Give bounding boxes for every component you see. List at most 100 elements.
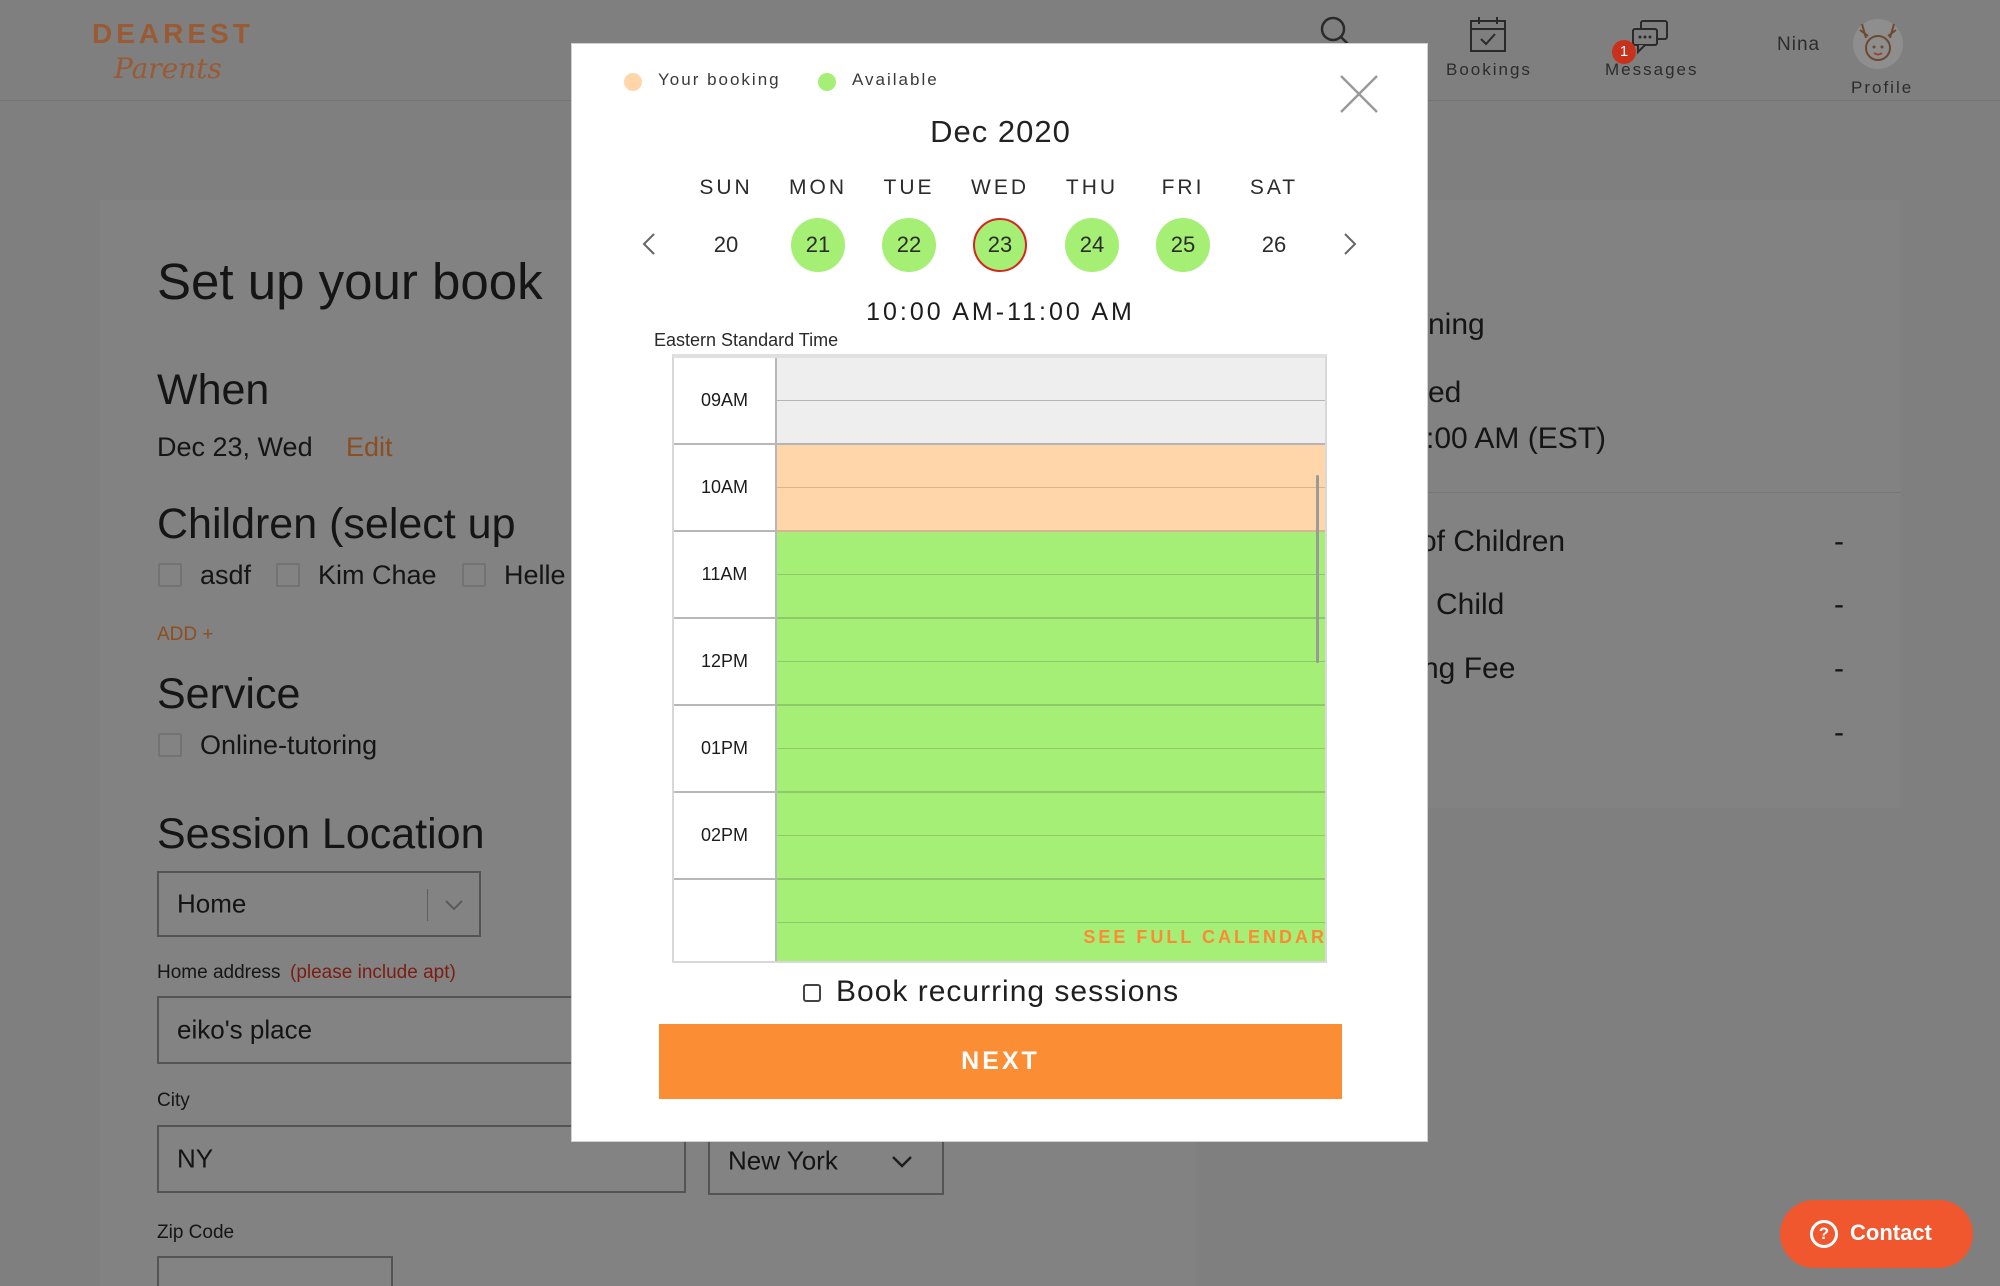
child-label-helle: Helle [504, 560, 566, 590]
time-slot-grid[interactable]: 09AM 10AM 11AM 12PM 01PM 02PM [672, 354, 1327, 963]
hour-row-01pm: 01PM [674, 706, 1325, 793]
chevron-right-icon[interactable] [1335, 224, 1365, 264]
calendar-icon[interactable] [1468, 14, 1508, 54]
home-address-note: (please include apt) [290, 962, 456, 983]
select-divider [427, 889, 428, 921]
day-21[interactable]: 21 [791, 218, 845, 272]
legend-booking-dot [624, 73, 642, 91]
recurring-sessions-checkbox[interactable] [803, 984, 821, 1002]
booking-summary-card [1420, 200, 1901, 808]
summary-status-label: ed [1428, 376, 1462, 409]
slot-available[interactable] [777, 793, 1325, 836]
grid-scrollbar[interactable] [1316, 475, 1319, 663]
hour-row-02pm: 02PM [674, 793, 1325, 880]
close-icon[interactable] [1338, 73, 1380, 115]
legend-available-label: Available [852, 70, 939, 89]
day-25[interactable]: 25 [1156, 218, 1210, 272]
child-label-kim-chae: Kim Chae [318, 560, 437, 590]
chevron-left-icon[interactable] [634, 224, 664, 264]
add-child-link[interactable]: ADD + [157, 624, 214, 646]
service-checkbox-online-tutoring[interactable] [158, 733, 182, 757]
home-address-value: eiko's place [177, 1014, 313, 1045]
nav-messages-label[interactable]: Messages [1605, 60, 1698, 80]
day-name-wed: WED [971, 176, 1029, 199]
when-value: Dec 23, Wed [157, 432, 313, 462]
timezone-label: Eastern Standard Time [654, 330, 839, 350]
home-address-label: Home address [157, 962, 281, 983]
avatar[interactable] [1852, 18, 1904, 70]
hour-row-12pm: 12PM [674, 619, 1325, 706]
chevron-down-icon [445, 900, 463, 911]
slot-available[interactable] [777, 880, 1325, 923]
child-checkbox-asdf[interactable] [158, 563, 182, 587]
nav-profile-label[interactable]: Profile [1851, 78, 1913, 98]
child-label-asdf: asdf [200, 560, 252, 590]
location-select-value: Home [177, 888, 247, 919]
location-select[interactable]: Home [157, 871, 481, 937]
zip-label: Zip Code [157, 1222, 235, 1243]
summary-row-fee-value: - [1834, 652, 1844, 685]
slot-your-booking[interactable] [777, 488, 1325, 532]
help-icon: ? [1810, 1220, 1838, 1248]
slot-available[interactable] [777, 575, 1325, 619]
next-button[interactable]: NEXT [659, 1024, 1342, 1099]
contact-label: Contact [1850, 1220, 1932, 1245]
booking-calendar-modal: Your booking Available Dec 2020 SUN MON … [571, 43, 1428, 1142]
slot-available[interactable] [777, 619, 1325, 662]
service-label-online-tutoring: Online-tutoring [200, 730, 378, 760]
day-23-selected[interactable]: 23 [973, 218, 1027, 272]
see-full-calendar-link[interactable]: SEE FULL CALENDAR [572, 927, 1327, 948]
day-24[interactable]: 24 [1065, 218, 1119, 272]
legend-available-dot [818, 73, 836, 91]
day-name-sun: SUN [699, 176, 753, 199]
summary-row-children-label: of Children [1420, 525, 1566, 558]
logo-wordmark[interactable]: DEAREST [92, 18, 254, 50]
child-checkbox-kim-chae[interactable] [276, 563, 300, 587]
logo-script[interactable]: Parents [114, 52, 222, 85]
children-heading: Children (select up [157, 500, 516, 548]
edit-date-link[interactable]: Edit [346, 432, 393, 463]
nav-bookings-label[interactable]: Bookings [1446, 60, 1532, 80]
hour-row-11am: 11AM [674, 532, 1325, 619]
slot-available[interactable] [777, 706, 1325, 749]
recurring-sessions-label[interactable]: Book recurring sessions [836, 975, 1179, 1009]
slot-available[interactable] [777, 532, 1325, 575]
child-checkbox-helle[interactable] [462, 563, 486, 587]
day-name-mon: MON [789, 176, 847, 199]
service-heading: Service [157, 670, 301, 718]
slot-your-booking[interactable] [777, 445, 1325, 488]
zip-input[interactable] [157, 1256, 393, 1286]
page-title: Set up your book [157, 253, 543, 310]
home-address-input[interactable]: eiko's place [157, 996, 587, 1064]
hour-label: 11AM [674, 532, 777, 619]
summary-row-child-value: - [1834, 588, 1844, 621]
summary-row-children-value: - [1834, 525, 1844, 558]
summary-service-value: ning [1428, 308, 1485, 341]
summary-divider [1420, 492, 1901, 493]
summary-time-value: :00 AM (EST) [1426, 422, 1607, 455]
day-22[interactable]: 22 [882, 218, 936, 272]
hour-label: 02PM [674, 793, 777, 880]
when-heading: When [157, 366, 270, 414]
chat-icon[interactable] [1630, 18, 1670, 58]
user-name: Nina [1777, 34, 1821, 55]
hour-label: 09AM [674, 358, 777, 445]
legend-booking-label: Your booking [658, 70, 781, 89]
selected-time-range: 10:00 AM-11:00 AM [866, 298, 1135, 326]
day-name-fri: FRI [1161, 176, 1205, 199]
day-name-thu: THU [1065, 176, 1119, 199]
slot-available[interactable] [777, 836, 1325, 880]
slot-available[interactable] [777, 662, 1325, 706]
hour-label: 12PM [674, 619, 777, 706]
summary-row-total-value: - [1834, 716, 1844, 749]
city-value: NY [177, 1143, 214, 1174]
hour-label: 01PM [674, 706, 777, 793]
slot-available[interactable] [777, 749, 1325, 793]
hour-row-next [674, 880, 1325, 961]
hour-label: 10AM [674, 445, 777, 532]
location-heading: Session Location [157, 810, 485, 858]
summary-row-fee-label: ng Fee [1422, 652, 1516, 685]
contact-button[interactable]: ? Contact [1780, 1200, 1973, 1268]
day-26: 26 [1261, 232, 1287, 257]
slot-unavailable [777, 401, 1325, 445]
